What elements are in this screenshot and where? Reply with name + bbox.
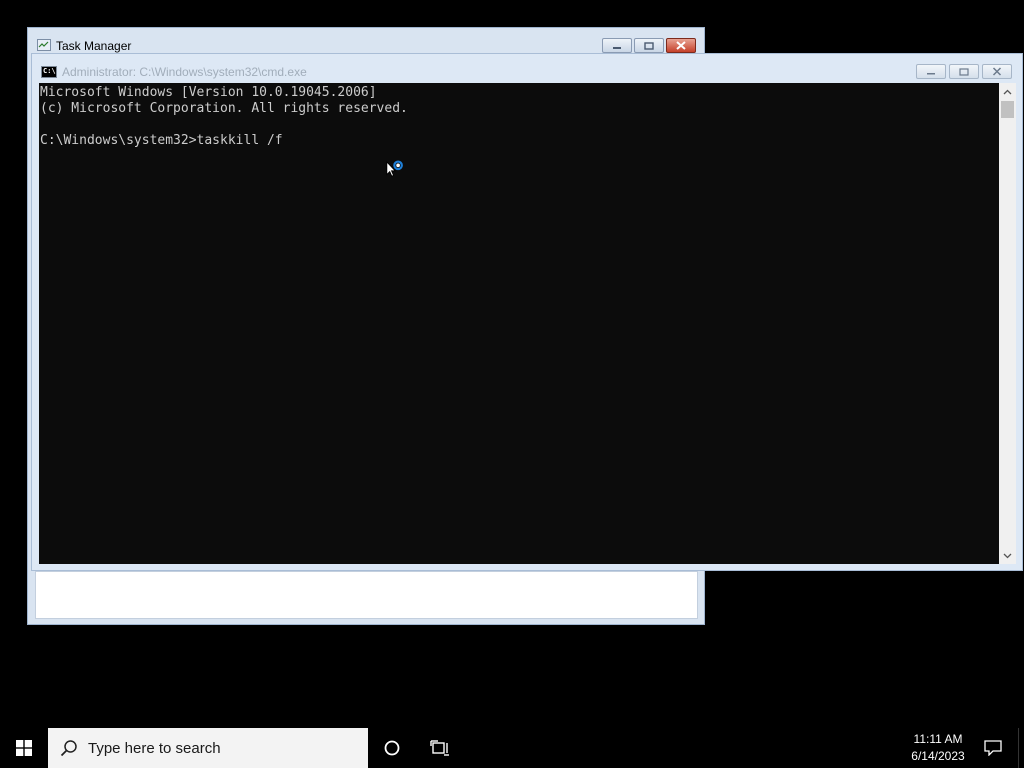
chevron-down-icon <box>1003 553 1012 558</box>
chevron-up-icon <box>1003 89 1012 94</box>
show-desktop-button[interactable] <box>1018 728 1024 768</box>
search-icon <box>60 740 77 757</box>
cmd-maximize-button[interactable] <box>949 64 979 79</box>
task-manager-content <box>35 571 698 619</box>
search-placeholder: Type here to search <box>88 740 221 757</box>
busy-cursor-icon <box>386 160 403 177</box>
action-center-button[interactable] <box>978 728 1008 768</box>
taskbar-search-box[interactable]: Type here to search <box>48 728 368 768</box>
console-line: Microsoft Windows [Version 10.0.19045.20… <box>40 85 377 100</box>
console-output[interactable]: Microsoft Windows [Version 10.0.19045.20… <box>39 83 999 564</box>
maximize-button[interactable] <box>634 38 664 53</box>
minimize-icon <box>613 46 621 49</box>
cmd-close-button[interactable] <box>982 64 1012 79</box>
close-icon <box>992 67 1002 76</box>
cmd-minimize-button[interactable] <box>916 64 946 79</box>
scroll-up-button[interactable] <box>999 83 1016 100</box>
task-manager-title: Task Manager <box>56 39 132 53</box>
cmd-window[interactable]: C:\ Administrator: C:\Windows\system32\c… <box>31 53 1023 571</box>
maximize-icon <box>959 67 969 76</box>
cmd-titlebar[interactable]: C:\ Administrator: C:\Windows\system32\c… <box>32 54 1022 84</box>
cmd-app-icon: C:\ <box>41 66 57 78</box>
cortana-button[interactable] <box>372 728 412 768</box>
close-button[interactable] <box>666 38 696 53</box>
console-scrollbar[interactable] <box>999 83 1016 564</box>
minimize-button[interactable] <box>602 38 632 53</box>
task-manager-icon <box>37 39 51 51</box>
taskbar: Type here to search 11:11 AM 6/14/2023 <box>0 728 1024 768</box>
windows-logo-icon <box>16 740 32 756</box>
minimize-icon <box>927 72 935 74</box>
close-icon <box>676 41 686 50</box>
maximize-icon <box>644 41 654 50</box>
console-prompt-line: C:\Windows\system32>taskkill /f <box>40 133 283 148</box>
action-center-icon <box>984 740 1002 756</box>
scroll-down-button[interactable] <box>999 547 1016 564</box>
scroll-thumb[interactable] <box>1001 101 1014 118</box>
task-view-icon <box>430 740 449 756</box>
start-button[interactable] <box>0 728 48 768</box>
cmd-window-title: Administrator: C:\Windows\system32\cmd.e… <box>62 65 307 79</box>
task-view-button[interactable] <box>420 728 460 768</box>
cortana-circle-icon <box>384 740 400 756</box>
cmd-icon-text: C:\ <box>43 67 56 75</box>
console-line: (c) Microsoft Corporation. All rights re… <box>40 101 408 116</box>
